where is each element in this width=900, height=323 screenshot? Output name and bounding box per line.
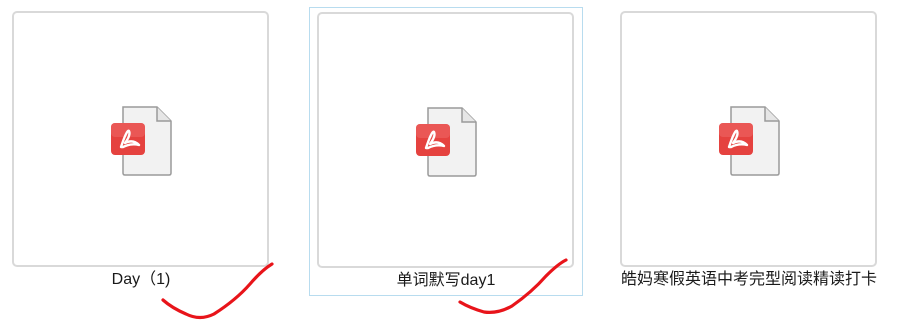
file-item-word-dictation-day1[interactable]: 单词默写day1	[309, 7, 583, 296]
pdf-file-icon	[416, 107, 477, 177]
file-thumbnail[interactable]	[317, 12, 574, 268]
file-grid: Day（1) 单词默写day1 皓妈寒假英语中考完型阅读精读打卡	[0, 0, 900, 323]
file-name-label[interactable]: Day（1)	[6, 269, 276, 290]
file-item-day-1[interactable]: Day（1)	[6, 6, 276, 318]
file-item-winter-reading-checkin[interactable]: 皓妈寒假英语中考完型阅读精读打卡	[614, 6, 884, 318]
pdf-file-icon	[719, 106, 780, 176]
file-thumbnail[interactable]	[620, 11, 877, 267]
pdf-file-icon	[111, 106, 172, 176]
file-thumbnail[interactable]	[12, 11, 269, 267]
file-name-label[interactable]: 皓妈寒假英语中考完型阅读精读打卡	[614, 269, 884, 290]
file-name-label[interactable]: 单词默写day1	[310, 270, 582, 291]
